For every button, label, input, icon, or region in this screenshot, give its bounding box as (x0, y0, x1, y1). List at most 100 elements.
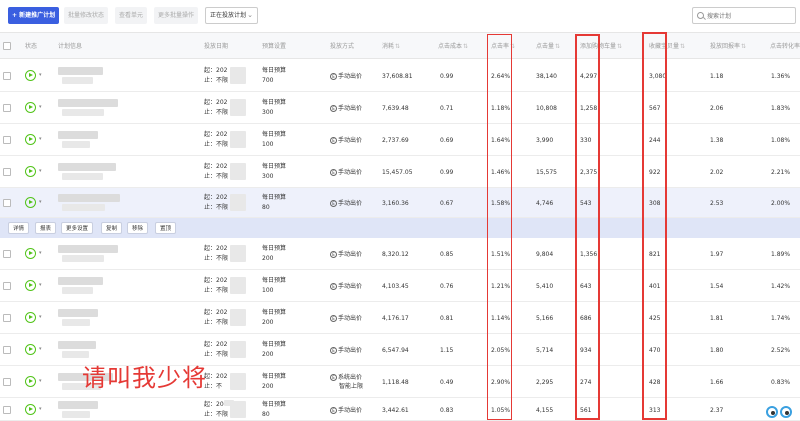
budget-setting[interactable]: 每日预算 100 (262, 276, 286, 296)
play-status-icon[interactable] (25, 344, 36, 355)
budget-setting[interactable]: 每日预算 100 (262, 130, 286, 150)
status-caret-icon[interactable]: ▾ (39, 250, 42, 256)
status-caret-icon[interactable]: ▾ (39, 136, 42, 142)
col-cost[interactable]: 消耗⇅ (382, 33, 400, 60)
date-redacted (230, 163, 246, 180)
status-caret-icon[interactable]: ▾ (39, 314, 42, 320)
status-caret-icon[interactable]: ▾ (39, 104, 42, 110)
budget-setting[interactable]: 每日预算 200 (262, 308, 286, 328)
status-caret-icon[interactable]: ▾ (39, 378, 42, 384)
row-checkbox[interactable] (3, 314, 11, 322)
play-status-icon[interactable] (25, 280, 36, 291)
bid-mode-label: 手动出价 (338, 72, 363, 80)
col-cvr[interactable]: 点击转化率 (770, 33, 800, 60)
new-plan-button[interactable]: + 新建推广计划 (8, 7, 60, 24)
plan-name-redacted[interactable] (58, 277, 103, 285)
status-caret-icon[interactable]: ▾ (39, 168, 42, 174)
row-checkbox[interactable] (3, 346, 11, 354)
more-batch-button[interactable]: 更多批量操作 (154, 7, 199, 24)
detail-button[interactable]: 详情 (8, 222, 30, 234)
row-checkbox[interactable] (3, 282, 11, 290)
table-row[interactable]: ▾ 起：202 止：不限 每日预算 700 E 手动出价 37,608.81 0.… (0, 59, 800, 92)
row-checkbox[interactable] (3, 250, 11, 258)
play-status-icon[interactable] (25, 312, 36, 323)
play-status-icon[interactable] (25, 134, 36, 145)
row-checkbox[interactable] (3, 104, 11, 112)
batch-status-button[interactable]: 批量修改状态 (64, 7, 109, 24)
row-checkbox[interactable] (3, 378, 11, 386)
date-start: 起：202 (204, 341, 228, 348)
plan-name-redacted[interactable] (58, 309, 98, 317)
budget-value: 200 (262, 383, 274, 390)
budget-setting[interactable]: 每日预算 200 (262, 372, 286, 392)
col-cpc[interactable]: 点击成本⇅ (438, 33, 468, 60)
row-checkbox[interactable] (3, 199, 11, 207)
plan-name-redacted[interactable] (58, 400, 98, 409)
budget-setting[interactable]: 每日预算 300 (262, 98, 286, 118)
table-row[interactable]: ▾ 起：202 止：不限 每日预算 200 E 手动出价 8,320.12 0.8… (0, 238, 800, 270)
budget-setting[interactable]: 每日预算 200 (262, 340, 286, 360)
bid-mode-icon: E (330, 283, 337, 290)
budget-setting[interactable]: 每日预算 80 (262, 400, 286, 420)
plan-name-redacted[interactable] (58, 66, 103, 75)
plan-id-redacted (62, 287, 93, 294)
row-checkbox[interactable] (3, 136, 11, 144)
more-settings-button[interactable]: 更多设置 (61, 222, 94, 234)
plan-dates: 起：202 止：不限 (204, 130, 228, 150)
table-row[interactable]: ▾ 起：202 止：不限 每日预算 80 E 手动出价 3,160.36 0.67… (0, 188, 800, 218)
budget-setting[interactable]: 每日预算 300 (262, 162, 286, 182)
budget-setting[interactable]: 每日预算 80 (262, 193, 286, 213)
cost-value: 4,103.45 (382, 283, 409, 290)
copy-button[interactable]: 复制 (101, 222, 123, 234)
plan-filter-select[interactable]: 正在投放计划 ⌄ (205, 7, 258, 24)
date-end: 止：不限 (204, 319, 229, 326)
plan-name-redacted[interactable] (58, 341, 96, 349)
status-caret-icon[interactable]: ▾ (39, 346, 42, 352)
budget-setting[interactable]: 每日预算 700 (262, 66, 286, 86)
row-checkbox[interactable] (3, 168, 11, 176)
remove-button[interactable]: 移除 (127, 222, 149, 234)
search-input[interactable] (707, 10, 792, 22)
play-status-icon[interactable] (25, 403, 36, 415)
bid-mode-label: 手动出价 (338, 105, 363, 112)
select-all-checkbox[interactable] (3, 42, 11, 50)
status-caret-icon[interactable]: ▾ (39, 406, 42, 412)
pin-top-button[interactable]: 置顶 (155, 222, 177, 234)
bid-mode: E 手动出价 (330, 406, 362, 415)
table-row[interactable]: ▾ 起：202 止：不限 每日预算 100 E 手动出价 2,737.69 0.6… (0, 124, 800, 156)
report-button[interactable]: 报表 (35, 222, 57, 234)
play-status-icon[interactable] (25, 69, 36, 81)
plan-name-redacted[interactable] (58, 131, 98, 139)
assistant-icon[interactable] (765, 404, 795, 420)
play-status-icon[interactable] (25, 197, 36, 208)
play-status-icon[interactable] (25, 166, 36, 177)
plan-name-redacted[interactable] (58, 194, 120, 202)
plan-name-redacted[interactable] (58, 245, 118, 253)
status-caret-icon[interactable]: ▾ (39, 199, 42, 205)
plan-name-redacted[interactable] (58, 99, 118, 107)
search-box[interactable] (692, 7, 796, 24)
status-caret-icon[interactable]: ▾ (39, 72, 42, 78)
budget-setting[interactable]: 每日预算 200 (262, 244, 286, 264)
table-row[interactable]: ▾ 起：20-09 止：不限 每日预算 80 E手动出价 3,442.61 0.… (0, 398, 800, 421)
table-row[interactable]: ▾ 起：202 止：不限 每日预算 100 E 手动出价 4,103.45 0.7… (0, 270, 800, 302)
plan-name-redacted[interactable] (58, 163, 116, 171)
play-status-icon[interactable] (25, 102, 36, 113)
col-roi[interactable]: 投放回报率⇅ (710, 33, 746, 60)
table-row[interactable]: ▾ 起：202 止：不限 每日预算 300 E 手动出价 7,639.48 0.7… (0, 92, 800, 124)
cpc-value: 0.71 (440, 105, 454, 112)
budget-label: 每日预算 (262, 309, 287, 316)
bid-mode-label: 手动出价 (338, 200, 363, 207)
row-checkbox[interactable] (3, 71, 11, 80)
table-row[interactable]: ▾ 起：202 止：不限 每日预算 300 E 手动出价 15,457.05 0.… (0, 156, 800, 188)
play-status-icon[interactable] (25, 376, 36, 387)
status-caret-icon[interactable]: ▾ (39, 282, 42, 288)
bid-mode-icon: E (330, 72, 337, 80)
table-row[interactable]: ▾ 起：202 止：不限 每日预算 200 E 手动出价 4,176.17 0.8… (0, 302, 800, 334)
play-status-icon[interactable] (25, 248, 36, 259)
row-checkbox[interactable] (3, 405, 11, 414)
budget-value: 300 (262, 173, 274, 180)
view-units-button[interactable]: 查看单元 (115, 7, 148, 24)
bid-mode-icon: E (330, 374, 337, 381)
col-clicks[interactable]: 点击量⇅ (536, 33, 560, 60)
